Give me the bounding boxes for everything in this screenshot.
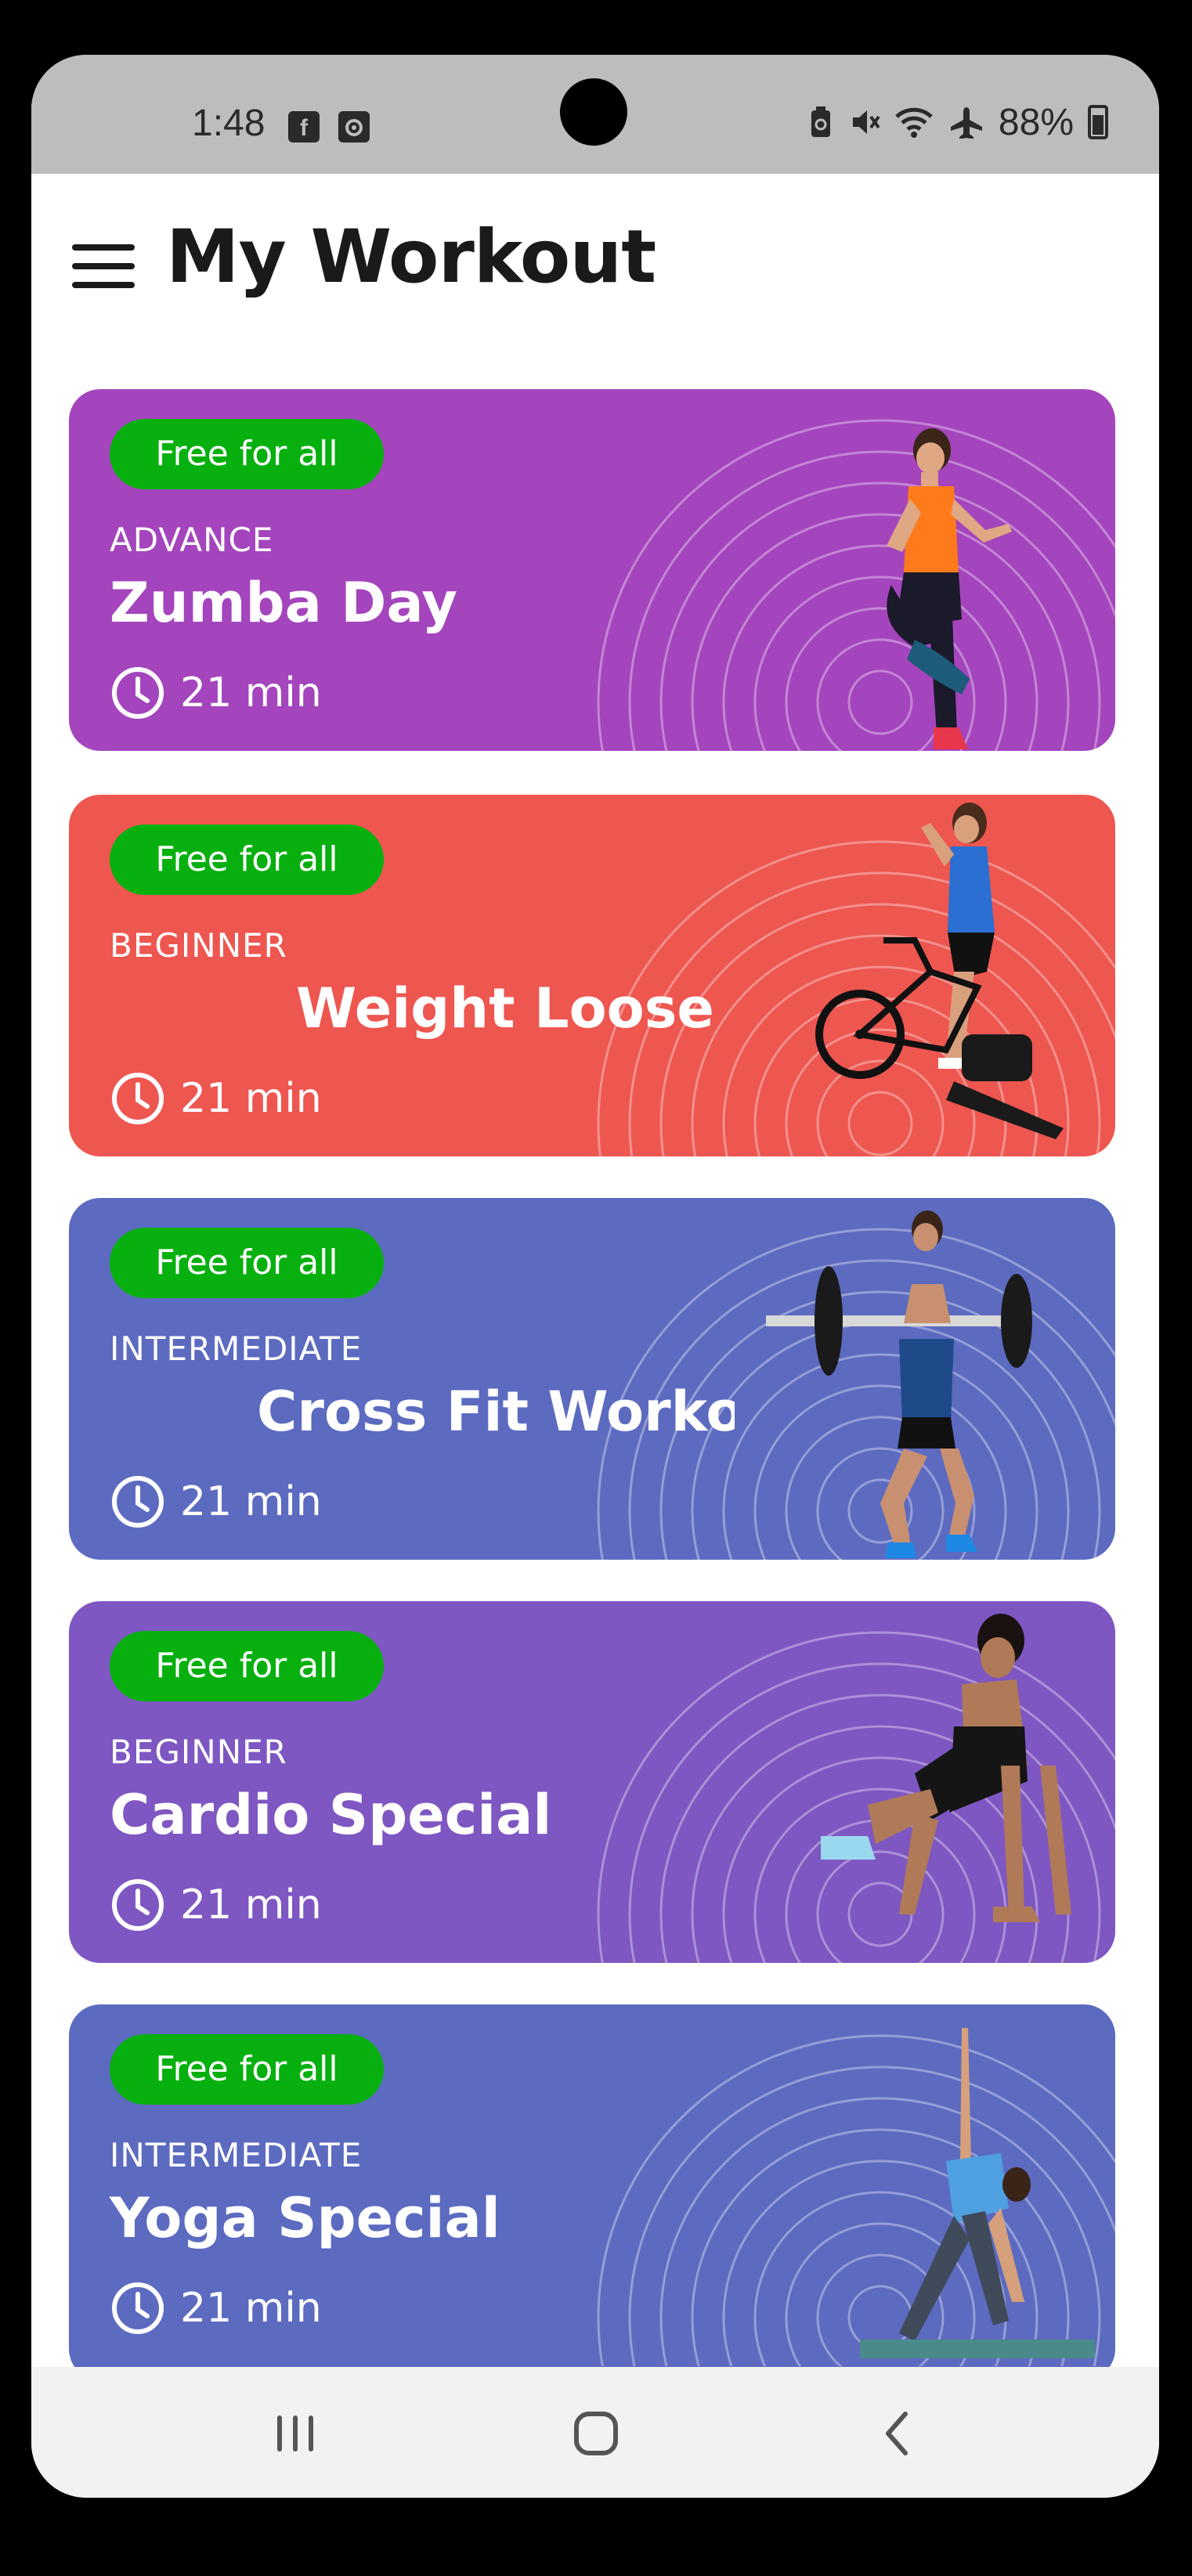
wifi-icon	[894, 106, 934, 139]
plank-woman-image	[821, 1614, 1071, 1922]
clock-icon	[112, 667, 164, 719]
clock-icon	[112, 2282, 164, 2334]
workout-name: Cross Fit Worko	[257, 1380, 735, 1444]
screen-record-icon	[338, 111, 370, 143]
clock-icon	[112, 1073, 164, 1124]
duration-text: 21 min	[180, 669, 322, 716]
workout-level: INTERMEDIATE	[110, 2136, 363, 2174]
front-camera	[560, 78, 627, 146]
recent-apps-icon[interactable]	[260, 2398, 331, 2469]
home-icon[interactable]	[561, 2398, 631, 2469]
free-badge: Free for all	[110, 1631, 384, 1701]
system-nav-bar	[31, 2367, 1159, 2498]
duration-text: 21 min	[180, 1478, 322, 1525]
battery-icon	[1088, 105, 1108, 139]
page-title: My Workout	[166, 215, 656, 300]
app-bar: My Workout	[31, 174, 1159, 330]
workout-card-weight-loss[interactable]: Free for all BEGINNER Weight Loose I 21 …	[69, 795, 1115, 1156]
workout-level: INTERMEDIATE	[110, 1329, 363, 1368]
screen: 1:48 f 88% My Workout Free for all ADVAN…	[31, 55, 1159, 2498]
workout-level: BEGINNER	[110, 1733, 287, 1771]
mute-icon	[850, 106, 880, 139]
workout-name: Yoga Special	[110, 2186, 500, 2250]
hamburger-menu-icon[interactable]	[72, 244, 135, 291]
status-bar: 1:48 f 88%	[31, 55, 1159, 174]
yoga-woman-image	[860, 2028, 1095, 2358]
free-badge: Free for all	[110, 824, 384, 895]
phone-frame: 1:48 f 88% My Workout Free for all ADVAN…	[0, 0, 1192, 2576]
back-icon[interactable]	[861, 2398, 932, 2469]
rings-decoration	[597, 419, 1115, 751]
free-badge: Free for all	[110, 2034, 384, 2105]
duration-text: 21 min	[180, 2285, 322, 2332]
duration-text: 21 min	[180, 1075, 322, 1122]
workout-name: Zumba Day	[110, 571, 458, 635]
workout-card-zumba[interactable]: Free for all ADVANCE Zumba Day 21 min	[69, 389, 1115, 751]
workout-name: Cardio Special	[110, 1783, 552, 1847]
workout-card-cardio[interactable]: Free for all BEGINNER Cardio Special 21 …	[69, 1601, 1115, 1963]
workout-duration: 21 min	[110, 1875, 322, 1935]
workout-level: BEGINNER	[110, 926, 287, 965]
workout-name: Weight Loose I	[296, 976, 735, 1041]
duration-text: 21 min	[180, 1881, 322, 1928]
facebook-icon: f	[288, 111, 320, 143]
free-badge: Free for all	[110, 419, 384, 489]
workout-level: ADVANCE	[110, 521, 274, 559]
status-right-icons: 88%	[806, 100, 1108, 144]
barbell-athlete-image	[766, 1210, 1032, 1558]
free-badge: Free for all	[110, 1228, 384, 1298]
battery-percent: 88%	[998, 101, 1074, 143]
zumba-dancer-image	[887, 428, 1012, 749]
workout-duration: 21 min	[110, 1069, 322, 1128]
battery-saver-icon	[806, 106, 836, 139]
clock-icon	[112, 1879, 164, 1931]
workout-duration: 21 min	[110, 663, 322, 723]
workout-duration: 21 min	[110, 2278, 322, 2338]
workout-duration: 21 min	[110, 1472, 322, 1532]
workout-card-yoga[interactable]: Free for all INTERMEDIATE Yoga Special 2…	[69, 2004, 1115, 2380]
status-time: 1:48	[192, 103, 265, 144]
airplane-icon	[948, 106, 984, 139]
workout-card-crossfit[interactable]: Free for all INTERMEDIATE Cross Fit Work…	[69, 1198, 1115, 1560]
cycling-woman-image	[815, 803, 1064, 1139]
clock-icon	[112, 1476, 164, 1528]
